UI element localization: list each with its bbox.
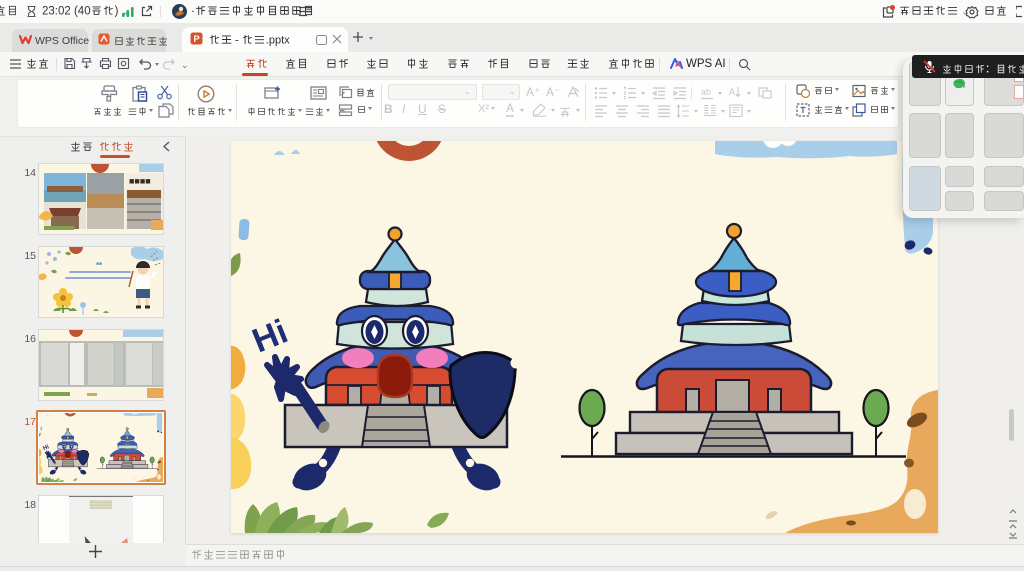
- svg-text:■■■■: ■■■■: [129, 176, 151, 186]
- svg-text:ab: ab: [701, 87, 711, 97]
- svg-text:A: A: [729, 87, 735, 97]
- svg-text:▒▒▒▒: ▒▒▒▒: [90, 500, 113, 509]
- svg-text:■■: ■■: [96, 261, 102, 267]
- svg-text:P: P: [193, 34, 200, 45]
